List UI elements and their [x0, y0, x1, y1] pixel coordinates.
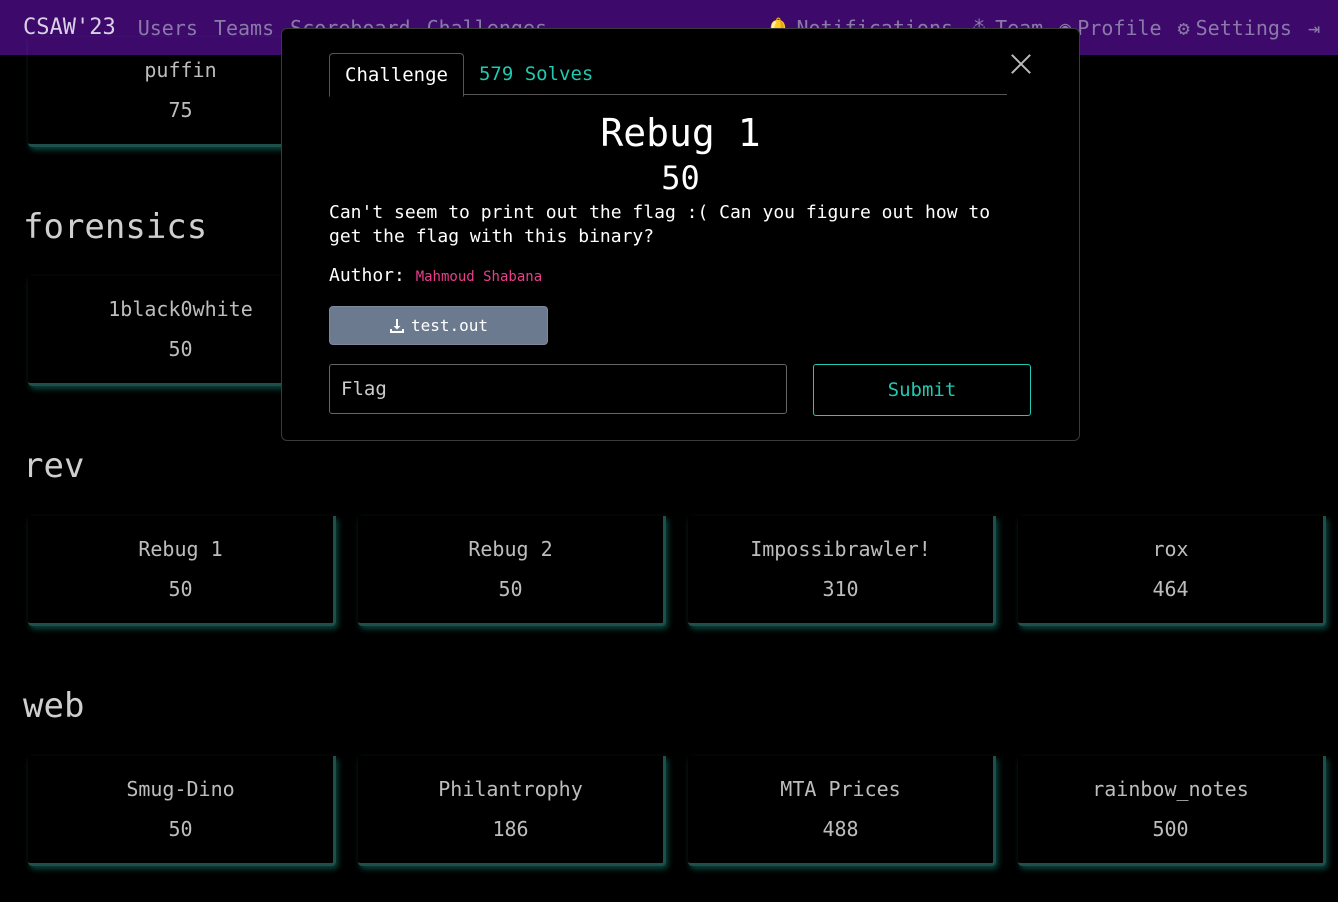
challenge-points: 50: [661, 159, 700, 197]
author-line: Author: Mahmoud Shabana: [329, 265, 542, 286]
author-label: Author:: [329, 265, 405, 286]
challenge-title: Rebug 1: [600, 111, 761, 155]
tab-challenge[interactable]: Challenge: [329, 53, 464, 97]
challenge-modal: Challenge 579 Solves Rebug 1 50 Can't se…: [281, 28, 1080, 441]
flag-input[interactable]: [329, 364, 787, 414]
challenge-description: Can't seem to print out the flag :( Can …: [329, 202, 991, 247]
download-file-name: test.out: [410, 316, 489, 335]
close-icon[interactable]: [1010, 53, 1032, 75]
submit-button[interactable]: Submit: [813, 364, 1031, 416]
download-file-button[interactable]: test.out: [329, 306, 548, 345]
download-icon: [389, 318, 404, 333]
author-name: Mahmoud Shabana: [415, 269, 543, 285]
modal-tabs: Challenge 579 Solves: [329, 53, 1007, 97]
tab-solves[interactable]: 579 Solves: [464, 53, 608, 95]
